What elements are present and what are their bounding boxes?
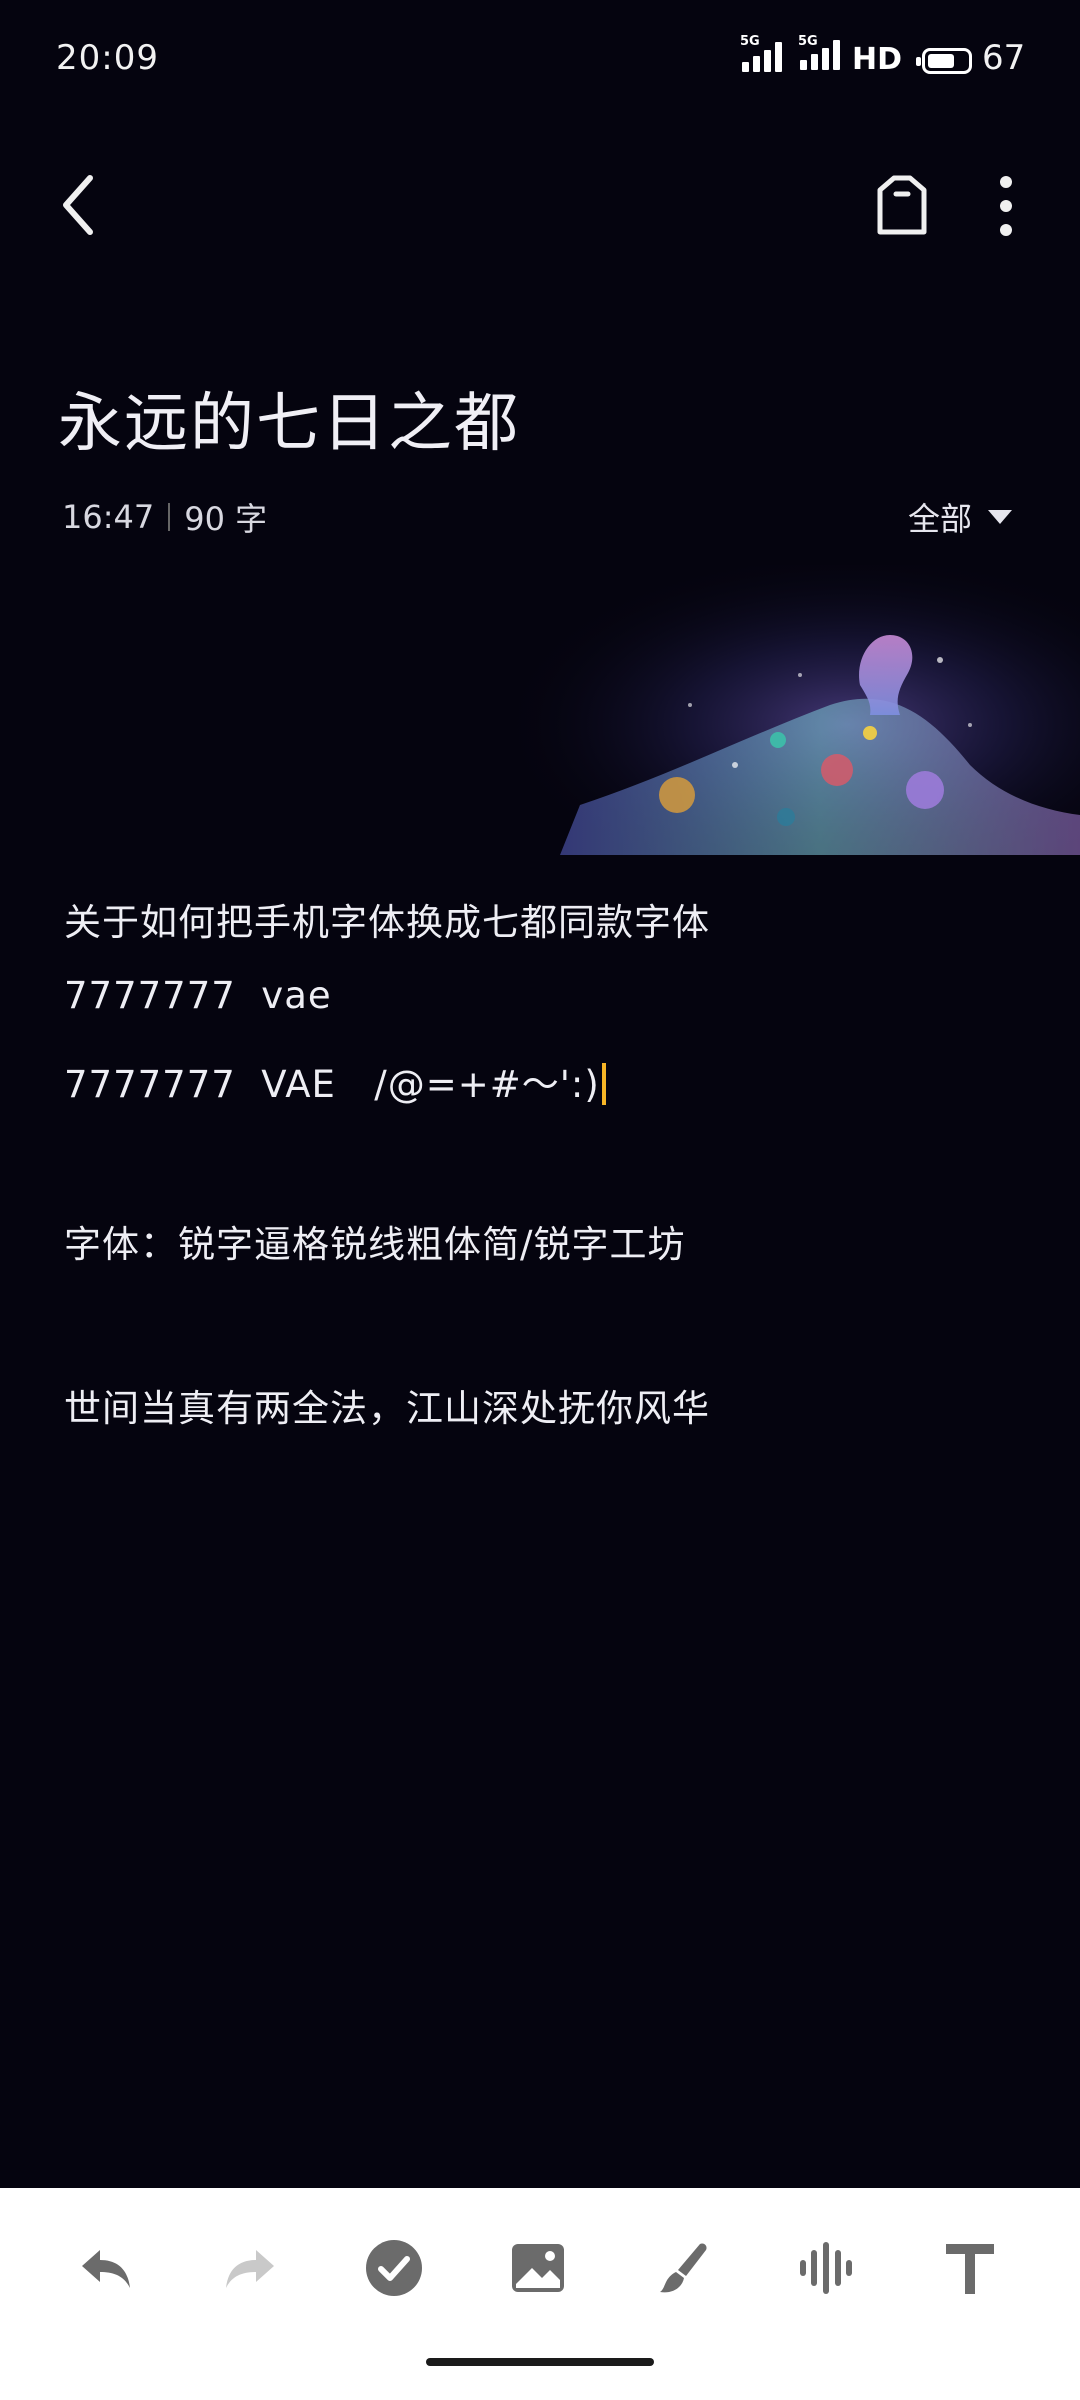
more-button[interactable]: [976, 170, 1036, 242]
battery-icon: [916, 48, 972, 74]
home-indicator[interactable]: [426, 2358, 654, 2366]
note-line[interactable]: 7777777 vae: [64, 974, 332, 1017]
tag-button[interactable]: [866, 170, 938, 242]
text-format-icon: [946, 2244, 994, 2294]
redo-button[interactable]: [210, 2228, 290, 2308]
hd-voice-indicator: HD: [852, 42, 903, 77]
note-word-count: 90 字: [184, 500, 268, 538]
note-line[interactable]: 字体：锐字逼格锐线粗体简/锐字工坊: [64, 1214, 685, 1268]
note-line[interactable]: 关于如何把手机字体换成七都同款字体: [64, 892, 710, 946]
signal-icon: 5G: [740, 34, 782, 72]
signal-icon: 5G: [798, 34, 840, 70]
folder-label: 全部: [908, 500, 973, 538]
text-format-button[interactable]: [930, 2228, 1010, 2308]
note-line-text: 7777777 VAE /@=+#～':): [64, 1063, 600, 1106]
insert-image-button[interactable]: [498, 2228, 578, 2308]
meta-divider: [168, 503, 171, 531]
image-icon: [512, 2244, 564, 2292]
voice-icon: [800, 2242, 852, 2294]
chevron-left-icon: [63, 175, 93, 235]
more-vertical-icon: [1000, 176, 1012, 236]
note-meta: 16:47 90 字: [62, 494, 267, 540]
signal-label: 5G: [798, 34, 818, 49]
battery-level: 67: [982, 38, 1026, 78]
brush-button[interactable]: [642, 2228, 722, 2308]
brush-icon: [660, 2243, 707, 2293]
cosmic-illustration: [500, 565, 1080, 855]
folder-dropdown[interactable]: 全部: [908, 494, 1013, 540]
dropdown-triangle-icon: [988, 510, 1013, 524]
voice-input-button[interactable]: [786, 2228, 866, 2308]
note-line[interactable]: 世间当真有两全法，江山深处抚你风华: [64, 1378, 710, 1432]
tag-icon: [877, 175, 927, 235]
note-time: 16:47: [62, 498, 155, 536]
checklist-button[interactable]: [354, 2228, 434, 2308]
signal-label: 5G: [740, 34, 760, 49]
checklist-icon: [366, 2240, 422, 2296]
status-time: 20:09: [56, 38, 159, 78]
note-title[interactable]: 永远的七日之都: [58, 372, 520, 464]
undo-button[interactable]: [66, 2228, 146, 2308]
redo-icon: [226, 2250, 274, 2288]
note-line[interactable]: 7777777 VAE /@=+#～':): [64, 1054, 606, 1108]
back-button[interactable]: [52, 170, 112, 240]
undo-icon: [82, 2250, 130, 2288]
text-cursor: [601, 1063, 606, 1105]
